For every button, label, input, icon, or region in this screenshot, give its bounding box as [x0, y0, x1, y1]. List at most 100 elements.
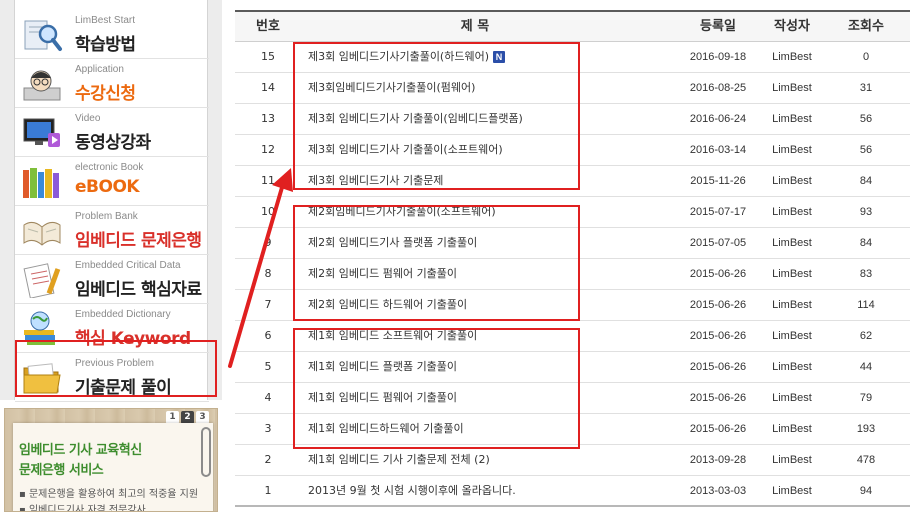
post-author: LimBest: [755, 290, 829, 320]
table-row[interactable]: 1 2013년 9월 첫 시험 시행이후에 올라옵니다. 2013-03-03 Lim…: [235, 476, 910, 507]
post-views: 94: [831, 476, 901, 506]
post-author-text: LimBest: [772, 330, 812, 342]
post-title-link-text[interactable]: 제1회 임베디드 기사 기출문제 전체 (2): [308, 453, 490, 466]
post-title-link[interactable]: 제2회 임베디드 하드웨어 기출풀이: [308, 290, 668, 320]
post-title-link-text[interactable]: 제2회 임베디드기사 플랫폼 기출풀이: [308, 236, 477, 249]
post-views: 478: [831, 445, 901, 475]
sidebar-item-label: eBOOK: [75, 177, 140, 197]
row-number: 10: [235, 197, 301, 227]
sidebar-item-7[interactable]: Embedded Dictionary 핵심 Keyword: [15, 304, 209, 353]
table-row[interactable]: 3 제1회 임베디드하드웨어 기출풀이 2015-06-26 LimBest 193: [235, 414, 910, 445]
row-number: 13: [235, 104, 301, 134]
post-author-text: LimBest: [772, 454, 812, 466]
post-title-link[interactable]: 제1회 임베디드 기사 기출문제 전체 (2): [308, 445, 668, 475]
row-number-text: 9: [264, 236, 272, 249]
row-number: 15: [235, 42, 301, 72]
table-row[interactable]: 12 제3회 임베디드기사 기출풀이(소프트웨어) 2016-03-14 LimBes…: [235, 135, 910, 166]
post-views-text: 84: [859, 175, 873, 187]
post-title-link-text[interactable]: 제3회 임베디드기사기출풀이(하드웨어): [308, 50, 489, 63]
post-title-link-text[interactable]: 제3회임베디드기사기출풀이(펌웨어): [308, 81, 475, 94]
table-row[interactable]: 13 제3회 임베디드기사 기출풀이(임베디드플랫폼) 2016-06-24 LimB…: [235, 104, 910, 135]
sidebar-item-4[interactable]: electronic Book eBOOK: [15, 157, 209, 206]
post-views: 56: [831, 104, 901, 134]
sidebar-menu: LimBest Start 학습방법 Application 수강신청 Video 동영상…: [14, 0, 209, 402]
post-title-link-text[interactable]: 제3회 임베디드기사 기출문제: [308, 174, 443, 187]
post-title-link[interactable]: 제2회 임베디드기사 플랫폼 기출풀이: [308, 228, 668, 258]
post-views: 84: [831, 228, 901, 258]
post-views: 44: [831, 352, 901, 382]
post-author-text: LimBest: [772, 113, 812, 125]
sidebar-item-3[interactable]: Video 동영상강좌: [15, 108, 209, 157]
sidebar-item-sublabel: electronic Book: [75, 162, 144, 173]
post-title-link-text[interactable]: 제2회 임베디드 하드웨어 기출풀이: [308, 298, 467, 311]
row-number: 12: [235, 135, 301, 165]
sidebar-item-2[interactable]: Application 수강신청: [15, 59, 209, 108]
post-author: LimBest: [755, 321, 829, 351]
post-title-link[interactable]: 제1회 임베디드 펌웨어 기출풀이: [308, 383, 668, 413]
post-author: LimBest: [755, 414, 829, 444]
post-title-link[interactable]: 2013년 9월 첫 시험 시행이후에 올라옵니다.: [308, 476, 668, 506]
post-views-text: 93: [859, 206, 873, 218]
post-title-link[interactable]: 제1회 임베디드하드웨어 기출풀이: [308, 414, 668, 444]
sidebar-item-8[interactable]: Previous Problem 기출문제 풀이: [15, 353, 209, 402]
banner-bullet-2: ▪ 임베디드기사 자격 전문강사: [19, 505, 146, 512]
post-title-link-text[interactable]: 제1회 임베디드 플랫폼 기출풀이: [308, 360, 457, 373]
table-row[interactable]: 10 제2회임베디드기사기출풀이(소프트웨어) 2015-07-17 LimBest 9…: [235, 197, 910, 228]
banner-title-line2: 문제은행 서비스: [19, 463, 104, 478]
table-row[interactable]: 8 제2회 임베디드 펌웨어 기출풀이 2015-06-26 LimBest 83: [235, 259, 910, 290]
row-number-text: 2: [264, 453, 272, 466]
table-row[interactable]: 9 제2회 임베디드기사 플랫폼 기출풀이 2015-07-05 LimBest 84: [235, 228, 910, 259]
row-number: 7: [235, 290, 301, 320]
document-pencil-icon: [21, 262, 63, 299]
post-title-link-text[interactable]: 제1회 임베디드 소프트웨어 기출풀이: [308, 329, 477, 342]
table-row[interactable]: 11 제3회 임베디드기사 기출문제 2015-11-26 LimBest 84: [235, 166, 910, 197]
table-row[interactable]: 15 제3회 임베디드기사기출풀이(하드웨어) N 2016-09-18 LimBest…: [235, 42, 910, 73]
post-title-link[interactable]: 제3회 임베디드기사기출풀이(하드웨어) N: [308, 42, 668, 72]
post-date-text: 2015-07-05: [689, 237, 747, 249]
table-row[interactable]: 7 제2회 임베디드 하드웨어 기출풀이 2015-06-26 LimBest 114: [235, 290, 910, 321]
table-row[interactable]: 14 제3회임베디드기사기출풀이(펌웨어) 2016-08-25 LimBest 31: [235, 73, 910, 104]
post-date-text: 2015-11-26: [690, 175, 746, 187]
post-title-link-text[interactable]: 제3회 임베디드기사 기출풀이(임베디드플랫폼): [308, 112, 523, 125]
post-title-link-text[interactable]: 제2회임베디드기사기출풀이(소프트웨어): [308, 205, 496, 218]
post-title-link-text[interactable]: 제2회 임베디드 펌웨어 기출풀이: [308, 267, 457, 280]
table-row[interactable]: 6 제1회 임베디드 소프트웨어 기출풀이 2015-06-26 LimBest 62: [235, 321, 910, 352]
post-title-link-text[interactable]: 2013년 9월 첫 시험 시행이후에 올라옵니다.: [308, 484, 516, 497]
post-title-link-text[interactable]: 제1회 임베디드 펌웨어 기출풀이: [308, 391, 457, 404]
post-title-link[interactable]: 제2회임베디드기사기출풀이(소프트웨어): [308, 197, 668, 227]
row-number-text: 14: [261, 81, 275, 94]
table-row[interactable]: 2 제1회 임베디드 기사 기출문제 전체 (2) 2013-09-28 LimBes…: [235, 445, 910, 476]
post-date-text: 2015-06-26: [689, 299, 747, 311]
post-title-link[interactable]: 제2회 임베디드 펌웨어 기출풀이: [308, 259, 668, 289]
sidebar-item-6[interactable]: Embedded Critical Data 임베디드 핵심자료: [15, 255, 209, 304]
post-title-link[interactable]: 제3회 임베디드기사 기출문제: [308, 166, 668, 196]
globe-books-icon: [21, 311, 63, 347]
post-title-link[interactable]: 제3회 임베디드기사 기출풀이(소프트웨어): [308, 135, 668, 165]
post-title-link[interactable]: 제3회 임베디드기사 기출풀이(임베디드플랫폼): [308, 104, 668, 134]
banner-title-line1: 임베디드 기사 교육혁신: [19, 443, 142, 458]
table-row[interactable]: 5 제1회 임베디드 플랫폼 기출풀이 2015-06-26 LimBest 44: [235, 352, 910, 383]
post-date-text: 2015-06-26: [689, 392, 747, 404]
row-number: 11: [235, 166, 301, 196]
post-views: 56: [831, 135, 901, 165]
post-title-link[interactable]: 제1회 임베디드 소프트웨어 기출풀이: [308, 321, 668, 351]
row-number: 4: [235, 383, 301, 413]
post-views-text: 478: [856, 454, 876, 466]
post-title-link[interactable]: 제3회임베디드기사기출풀이(펌웨어): [308, 73, 668, 103]
post-title-link[interactable]: 제1회 임베디드 플랫폼 기출풀이: [308, 352, 668, 382]
post-author-text: LimBest: [772, 175, 812, 187]
promo-banner[interactable]: 123 임베디드 기사 교육혁신 문제은행 서비스 ▪ 문제은행을 활용하여 최…: [4, 408, 218, 512]
post-views-text: 44: [859, 361, 873, 373]
post-author-text: LimBest: [772, 299, 812, 311]
post-title-link-text[interactable]: 제3회 임베디드기사 기출풀이(소프트웨어): [308, 143, 503, 156]
row-number: 6: [235, 321, 301, 351]
post-date-text: 2015-06-26: [689, 423, 747, 435]
sidebar-item-sublabel: Problem Bank: [75, 211, 138, 222]
post-author: LimBest: [755, 73, 829, 103]
row-number-text: 12: [261, 143, 275, 156]
sidebar-item-5[interactable]: Problem Bank 임베디드 문제은행: [15, 206, 209, 255]
table-row[interactable]: 4 제1회 임베디드 펌웨어 기출풀이 2015-06-26 LimBest 79: [235, 383, 910, 414]
post-author: LimBest: [755, 104, 829, 134]
post-title-link-text[interactable]: 제1회 임베디드하드웨어 기출풀이: [308, 422, 464, 435]
sidebar-item-1[interactable]: LimBest Start 학습방법: [15, 10, 209, 59]
